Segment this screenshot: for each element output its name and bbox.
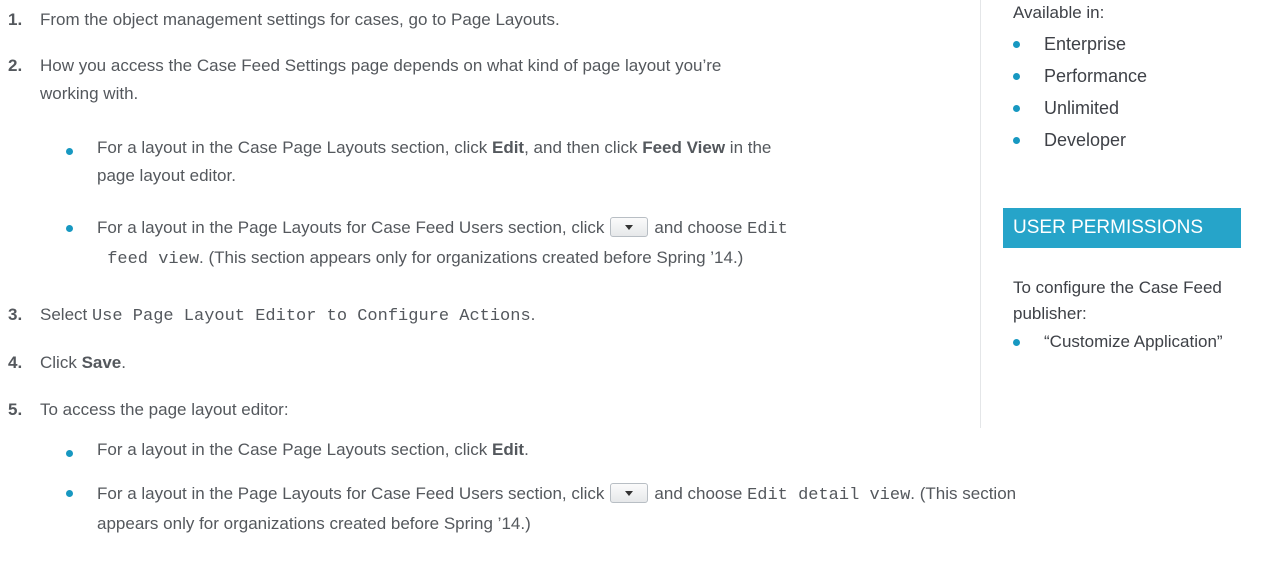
edit-label: Edit: [491, 440, 525, 459]
bullet-dot: [1013, 73, 1020, 80]
step-number: 3.: [8, 305, 23, 324]
bullet-dot: [66, 148, 76, 158]
option-name: Use Page Layout Editor to Configure Acti…: [91, 307, 531, 326]
save-label: Save: [81, 353, 122, 372]
bullet-dot: [1013, 137, 1020, 144]
step-5-bullet-2: For a layout in the Page Layouts for Cas…: [97, 482, 1017, 533]
step-text: From the object management settings for …: [40, 10, 560, 29]
step-number: 2.: [8, 56, 23, 75]
edit-label: Edit: [491, 138, 525, 157]
bullet-dot: [66, 450, 76, 460]
bullet-dot: [66, 490, 76, 500]
dropdown-menu-button[interactable]: [610, 482, 649, 503]
step-number: 5.: [8, 400, 23, 419]
step-text: To access the page layout editor:: [40, 400, 289, 419]
step-2-bullet-1: For a layout in the Case Page Layouts se…: [97, 138, 772, 185]
available-in-label: Available in:: [1013, 3, 1105, 22]
dropdown-menu-button[interactable]: [610, 216, 649, 237]
step-text: Select Use Page Layout Editor to Configu…: [40, 305, 536, 326]
step-text: Click Save.: [40, 353, 126, 372]
step-number: 1.: [8, 10, 23, 29]
sidebar-panel: Available in: Enterprise Performance Unl…: [980, 0, 1287, 428]
bullet-dot: [1013, 339, 1020, 346]
step-5-bullet-1: For a layout in the Case Page Layouts se…: [97, 440, 529, 459]
bullet-dot: [1013, 105, 1020, 112]
bullet-dot: [1013, 41, 1020, 48]
step-2-bullet-2: For a layout in the Page Layouts for Cas…: [97, 216, 788, 269]
step-text: How you access the Case Feed Settings pa…: [40, 56, 722, 103]
permissions-text: To configure the Case Feed publisher:: [1013, 278, 1222, 323]
step-number: 4.: [8, 353, 23, 372]
user-permissions-header: USER PERMISSIONS: [1003, 208, 1241, 248]
bullet-dot: [66, 225, 76, 235]
feed-view-label: Feed View: [642, 138, 726, 157]
